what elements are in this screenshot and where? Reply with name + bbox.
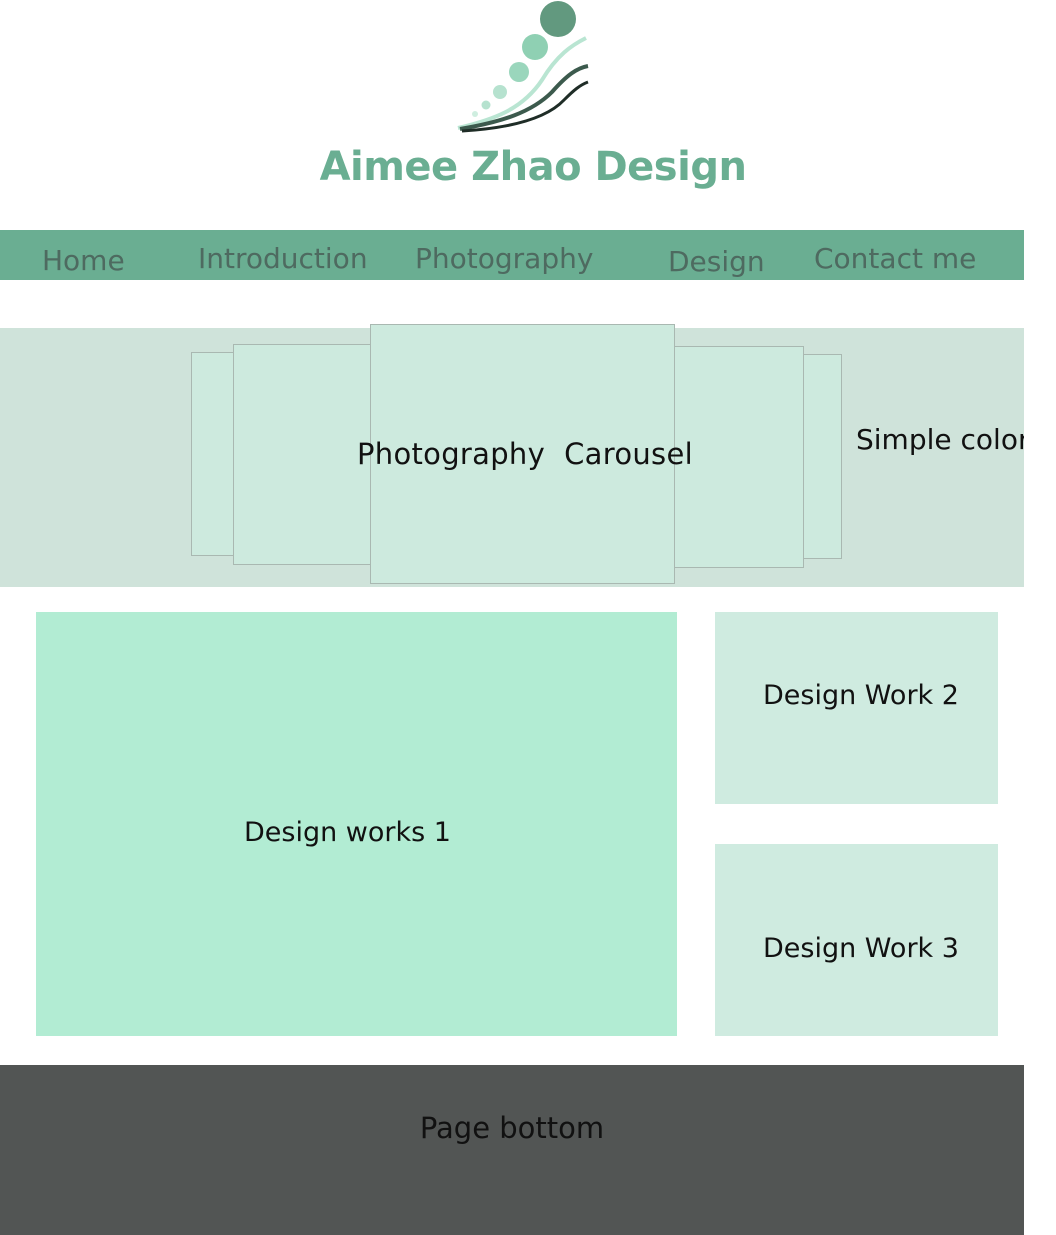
page: Aimee Zhao Design Home Introduction Phot…	[0, 0, 1056, 1235]
design-work-3-label: Design Work 3	[763, 933, 959, 964]
nav-item-design[interactable]: Design	[668, 245, 765, 278]
main-nav: Home Introduction Photography Design Con…	[0, 230, 1024, 280]
design-work-2-label: Design Work 2	[763, 680, 959, 711]
swirl-dots-logo-icon	[457, 1, 589, 133]
nav-item-introduction[interactable]: Introduction	[198, 242, 368, 275]
page-footer	[0, 1065, 1024, 1235]
nav-item-photography[interactable]: Photography	[415, 242, 593, 275]
carousel-slide-left[interactable]	[233, 344, 373, 565]
carousel-label: Photography Carousel	[357, 437, 693, 471]
footer-label: Page bottom	[419, 1111, 605, 1145]
site-title: Aimee Zhao Design	[319, 144, 747, 190]
nav-item-home[interactable]: Home	[42, 244, 125, 277]
carousel-slide-far-left[interactable]	[191, 352, 235, 556]
design-work-1-label: Design works 1	[244, 817, 451, 848]
nav-item-contact[interactable]: Contact me	[814, 242, 976, 275]
carousel-slide-far-right[interactable]	[802, 354, 842, 559]
side-note: Simple color	[856, 423, 1024, 456]
